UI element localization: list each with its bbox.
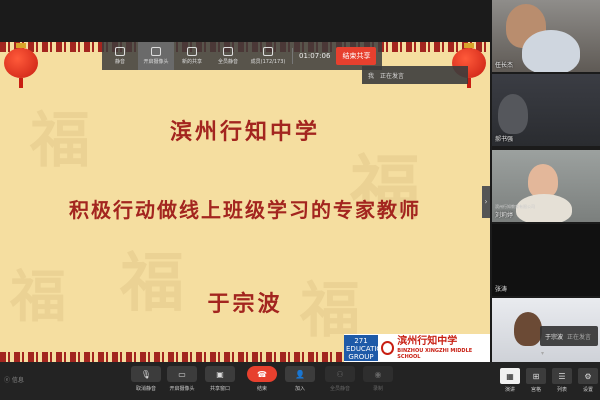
grid-view-label: 宫格	[530, 387, 541, 393]
share-window-button[interactable]: ▣ 共享窗口	[198, 366, 242, 398]
speaking-text: 正在发言	[380, 72, 405, 80]
toolbar-camera-label: 开启摄像头	[143, 59, 169, 65]
settings-button[interactable]: ⚙ 设置	[574, 368, 600, 398]
end-share-button[interactable]: 结束共享	[336, 47, 377, 65]
toolbar-new-share-button[interactable]: 新的共享	[174, 42, 210, 70]
logo-seal-icon	[381, 341, 395, 355]
participant-video	[498, 94, 528, 134]
camera-icon	[151, 47, 161, 56]
record-button[interactable]: ◉ 录制	[356, 366, 400, 398]
meeting-window: 福 福 福 福 福 滨州行知中学 积极行动做线上班级学习的专家教师 于宗波 27…	[0, 0, 600, 400]
speaker-bubble-text: 正在发言	[567, 333, 592, 341]
participant-video	[528, 164, 558, 198]
settings-label: 设置	[582, 387, 593, 393]
shared-slide: 福 福 福 福 福 滨州行知中学 积极行动做线上班级学习的专家教师 于宗波 27…	[0, 42, 490, 362]
slide-subtitle: 积极行动做线上班级学习的专家教师	[69, 198, 421, 222]
grid-icon: ⊞	[526, 368, 546, 384]
participant-name: 刘莉婷	[495, 212, 514, 219]
layout-icon: ▦	[500, 368, 520, 384]
share-window-label: 共享窗口	[209, 386, 230, 392]
toolbar-camera-button[interactable]: 开启摄像头	[138, 42, 174, 70]
logo-text-cn: 滨州行知中学	[397, 336, 458, 347]
toolbar-members-button[interactable]: 成员(172/173)	[246, 42, 290, 70]
toolbar-members-label: 成员(172/173)	[250, 59, 286, 65]
participant-tile[interactable]: 任长杰	[492, 0, 600, 72]
speaking-prefix: 我	[368, 72, 375, 80]
join-button[interactable]: 👤 加入	[278, 366, 322, 398]
speaker-view-button[interactable]: ▦ 演讲	[496, 368, 524, 398]
meeting-info[interactable]: ⓔ 信息	[4, 375, 24, 384]
slide-speaker: 于宗波	[207, 291, 283, 317]
mute-all-icon: ⚇	[325, 366, 355, 382]
list-view-button[interactable]: ☰ 列表	[548, 368, 576, 398]
lantern-left-icon	[4, 43, 38, 88]
toolbar-separator	[292, 48, 293, 64]
speaking-indicator: 我 正在发言	[362, 66, 468, 84]
mic-icon	[115, 47, 125, 56]
participant-name: 任长杰	[495, 62, 514, 69]
end-call-label: 结束	[256, 386, 267, 392]
list-view-label: 列表	[556, 387, 567, 393]
logo-text: 滨州行知中学 BINZHOU XINGZHI MIDDLE SCHOOL	[397, 336, 490, 360]
participant-video	[514, 312, 542, 346]
speaker-bubble: 于宗波 正在发言	[540, 326, 598, 346]
bottom-toolbar: ⓔ 信息 🎙 取消静音 ▭ 开启摄像头 ▣ 共享窗口 ☎ 结束 👤 加入 ⚇ 全…	[0, 362, 600, 400]
participant-name: 郝书强	[495, 136, 514, 143]
grid-view-button[interactable]: ⊞ 宫格	[522, 368, 550, 398]
record-icon: ◉	[363, 366, 393, 382]
list-icon: ☰	[552, 368, 572, 384]
hangup-icon: ☎	[247, 366, 277, 382]
mic-icon: 🎙	[131, 366, 161, 382]
toolbar-mute-all-label: 全员静音	[217, 59, 238, 65]
camera-icon: ▭	[167, 366, 197, 382]
speaker-view-label: 演讲	[504, 387, 515, 393]
toolbar-mute-label: 静音	[114, 59, 125, 65]
members-icon	[263, 47, 273, 56]
participant-tile[interactable]: 郝书强	[492, 74, 600, 146]
toolbar-new-share-label: 新的共享	[181, 59, 202, 65]
meeting-timer: 01:07:06	[299, 52, 331, 60]
participant-video	[522, 30, 580, 72]
mute-all-icon	[223, 47, 233, 56]
participant-panel: 任长杰 郝书强 滨州行知教育有限公司 刘莉婷 张涛	[492, 0, 600, 362]
share-icon	[187, 47, 197, 56]
participant-name: 张涛	[495, 286, 508, 293]
collapse-panel-button[interactable]: ›	[482, 186, 490, 218]
toolbar-mute-button[interactable]: 静音	[102, 42, 138, 70]
unmute-label: 取消静音	[135, 386, 156, 392]
chevron-down-icon[interactable]: ▾	[541, 350, 551, 358]
join-icon: 👤	[285, 366, 315, 382]
participant-tile[interactable]: 滨州行知教育有限公司 刘莉婷	[492, 150, 600, 222]
floating-share-toolbar: 静音 开启摄像头 新的共享 全员静音 成员(172/173) 01:07:06 …	[102, 42, 382, 70]
speaker-bubble-name: 于宗波	[545, 333, 564, 341]
mute-all-label: 全员静音	[329, 386, 350, 392]
logo-text-en: BINZHOU XINGZHI MIDDLE SCHOOL	[397, 348, 473, 360]
participant-tile[interactable]: 张涛	[492, 224, 600, 296]
join-label: 加入	[294, 386, 305, 392]
toolbar-mute-all-button[interactable]: 全员静音	[210, 42, 246, 70]
slide-school-title: 滨州行知中学	[169, 119, 320, 145]
logo-271: 271 EDUCATION GROUP	[344, 335, 388, 361]
settings-icon: ⚙	[578, 368, 598, 384]
school-logo: 271 EDUCATION GROUP 滨州行知中学 BINZHOU XINGZ…	[344, 334, 490, 362]
start-camera-label: 开启摄像头	[169, 386, 195, 392]
share-window-icon: ▣	[205, 366, 235, 382]
record-label: 录制	[372, 386, 383, 392]
